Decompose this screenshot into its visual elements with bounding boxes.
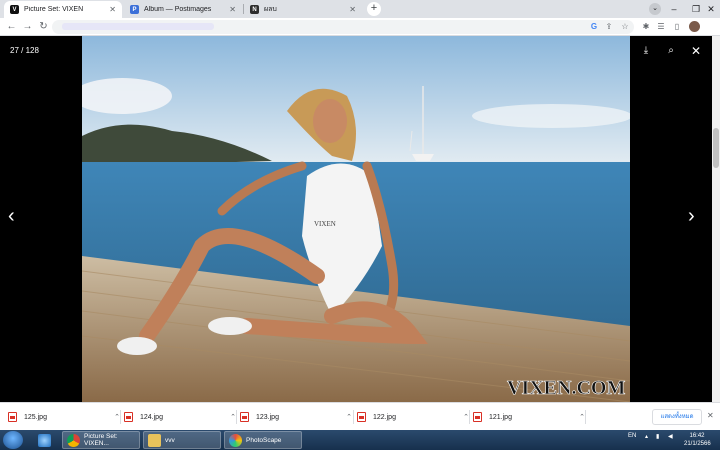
watermark: VIXEN.COM — [507, 377, 625, 399]
google-icon[interactable]: G — [588, 21, 600, 33]
tab-close-icon[interactable]: ✕ — [349, 5, 356, 14]
site-favicon-icon: N — [250, 5, 259, 14]
photo-illustration: VIXEN VIXEN.COM — [82, 36, 630, 402]
download-item[interactable]: 121.jpg ⌃ — [473, 409, 585, 425]
lightbox-viewer: 27 / 128 VIXEN VIXEN.COM ‹ › ⤓ ⌕ ✕ — [0, 36, 712, 402]
taskbar-app-photoscape[interactable]: PhotoScape — [224, 431, 302, 449]
chevron-up-icon[interactable]: ⌃ — [346, 413, 352, 421]
language-indicator[interactable]: EN — [628, 433, 636, 439]
windows-taskbar: Picture Set: VIXEN... vvv PhotoScape EN … — [0, 430, 720, 450]
tab-close-icon[interactable]: ✕ — [229, 5, 236, 14]
start-button[interactable] — [3, 431, 23, 449]
tab-postimages[interactable]: P Album — Postimages ✕ — [124, 1, 242, 18]
url-text-redacted — [62, 23, 214, 30]
new-tab-button[interactable]: + — [367, 2, 381, 16]
volume-icon[interactable]: ◀ — [668, 433, 673, 440]
folder-icon — [148, 433, 161, 447]
vixen-favicon-icon: V — [10, 5, 19, 14]
tab-close-icon[interactable]: ✕ — [109, 5, 116, 14]
star-icon[interactable]: ☆ — [619, 21, 631, 33]
forward-icon[interactable]: → — [21, 20, 34, 33]
divider — [236, 410, 237, 424]
download-item[interactable]: 124.jpg ⌃ — [124, 409, 236, 425]
back-icon[interactable]: ← — [5, 20, 18, 33]
profile-avatar[interactable] — [689, 21, 700, 32]
download-shelf: 125.jpg ⌃ 124.jpg ⌃ 123.jpg ⌃ 122.jpg ⌃ … — [0, 402, 720, 430]
browser-toolbar: ← → ↻ G ⇪ ☆ ✱ ☰ ▯ — [0, 18, 720, 36]
download-filename: 124.jpg — [140, 413, 163, 421]
postimages-favicon-icon: P — [130, 5, 139, 14]
download-icon[interactable]: ⤓ — [639, 44, 653, 58]
page-scrollbar[interactable] — [712, 36, 720, 402]
divider — [353, 410, 354, 424]
image-file-icon — [124, 412, 133, 422]
reload-icon[interactable]: ↻ — [37, 20, 50, 33]
taskbar-app-chrome[interactable]: Picture Set: VIXEN... — [62, 431, 140, 449]
zoom-icon[interactable]: ⌕ — [664, 44, 678, 58]
photoscape-icon — [229, 433, 242, 447]
next-arrow-icon[interactable]: › — [688, 206, 695, 226]
window-close-icon[interactable]: ✕ — [700, 0, 720, 18]
minimize-icon[interactable]: – — [663, 0, 685, 18]
download-item[interactable]: 122.jpg ⌃ — [357, 409, 469, 425]
shelf-close-icon[interactable]: ✕ — [707, 411, 714, 420]
gallery-photo: VIXEN VIXEN.COM — [82, 36, 630, 402]
download-filename: 122.jpg — [373, 413, 396, 421]
reading-list-icon[interactable]: ☰ — [655, 21, 667, 33]
system-clock[interactable]: 16:42 21/1/2566 — [684, 432, 711, 448]
taskbar-app-folder[interactable]: vvv — [143, 431, 221, 449]
image-file-icon — [8, 412, 17, 422]
image-file-icon — [473, 412, 482, 422]
network-icon[interactable]: ▮ — [656, 433, 659, 440]
tab-title: Album — Postimages — [144, 6, 212, 13]
divider — [469, 410, 470, 424]
extensions-icon[interactable]: ✱ — [640, 21, 652, 33]
tab-search-icon[interactable]: ⌄ — [649, 3, 661, 15]
tab-third[interactable]: N ผลบ ✕ — [244, 1, 362, 18]
clock-time: 16:42 — [689, 433, 705, 439]
tab-title: Picture Set: VIXEN — [24, 6, 84, 13]
ie-icon — [38, 433, 51, 447]
chrome-icon — [67, 433, 80, 447]
share-icon[interactable]: ⇪ — [603, 21, 615, 33]
show-all-button[interactable]: แสดงทั้งหมด — [652, 409, 702, 425]
tab-picture-set[interactable]: V Picture Set: VIXEN ✕ — [4, 1, 122, 18]
taskbar-app-label: PhotoScape — [246, 436, 282, 444]
previous-arrow-icon[interactable]: ‹ — [8, 206, 15, 226]
download-filename: 125.jpg — [24, 413, 47, 421]
download-item[interactable]: 125.jpg ⌃ — [8, 409, 120, 425]
image-counter: 27 / 128 — [10, 46, 39, 55]
taskbar-app-label: vvv — [165, 436, 175, 444]
tab-title: ผลบ — [264, 6, 277, 13]
divider — [120, 410, 121, 424]
download-filename: 123.jpg — [256, 413, 279, 421]
taskbar-app-ie[interactable] — [34, 431, 59, 449]
image-file-icon — [240, 412, 249, 422]
address-bar[interactable] — [52, 20, 634, 34]
image-file-icon — [357, 412, 366, 422]
clock-date: 21/1/2566 — [684, 441, 711, 447]
tab-strip: V Picture Set: VIXEN ✕ P Album — Postima… — [0, 0, 720, 18]
close-icon[interactable]: ✕ — [689, 44, 703, 58]
side-panel-icon[interactable]: ▯ — [671, 21, 683, 33]
download-item[interactable]: 123.jpg ⌃ — [240, 409, 352, 425]
taskbar-app-label: Picture Set: VIXEN... — [84, 433, 118, 447]
swimsuit-logo: VIXEN — [314, 220, 336, 228]
download-filename: 121.jpg — [489, 413, 512, 421]
divider — [585, 410, 586, 424]
scrollbar-thumb[interactable] — [713, 128, 719, 168]
tray-arrow-icon[interactable]: ▴ — [645, 433, 648, 440]
